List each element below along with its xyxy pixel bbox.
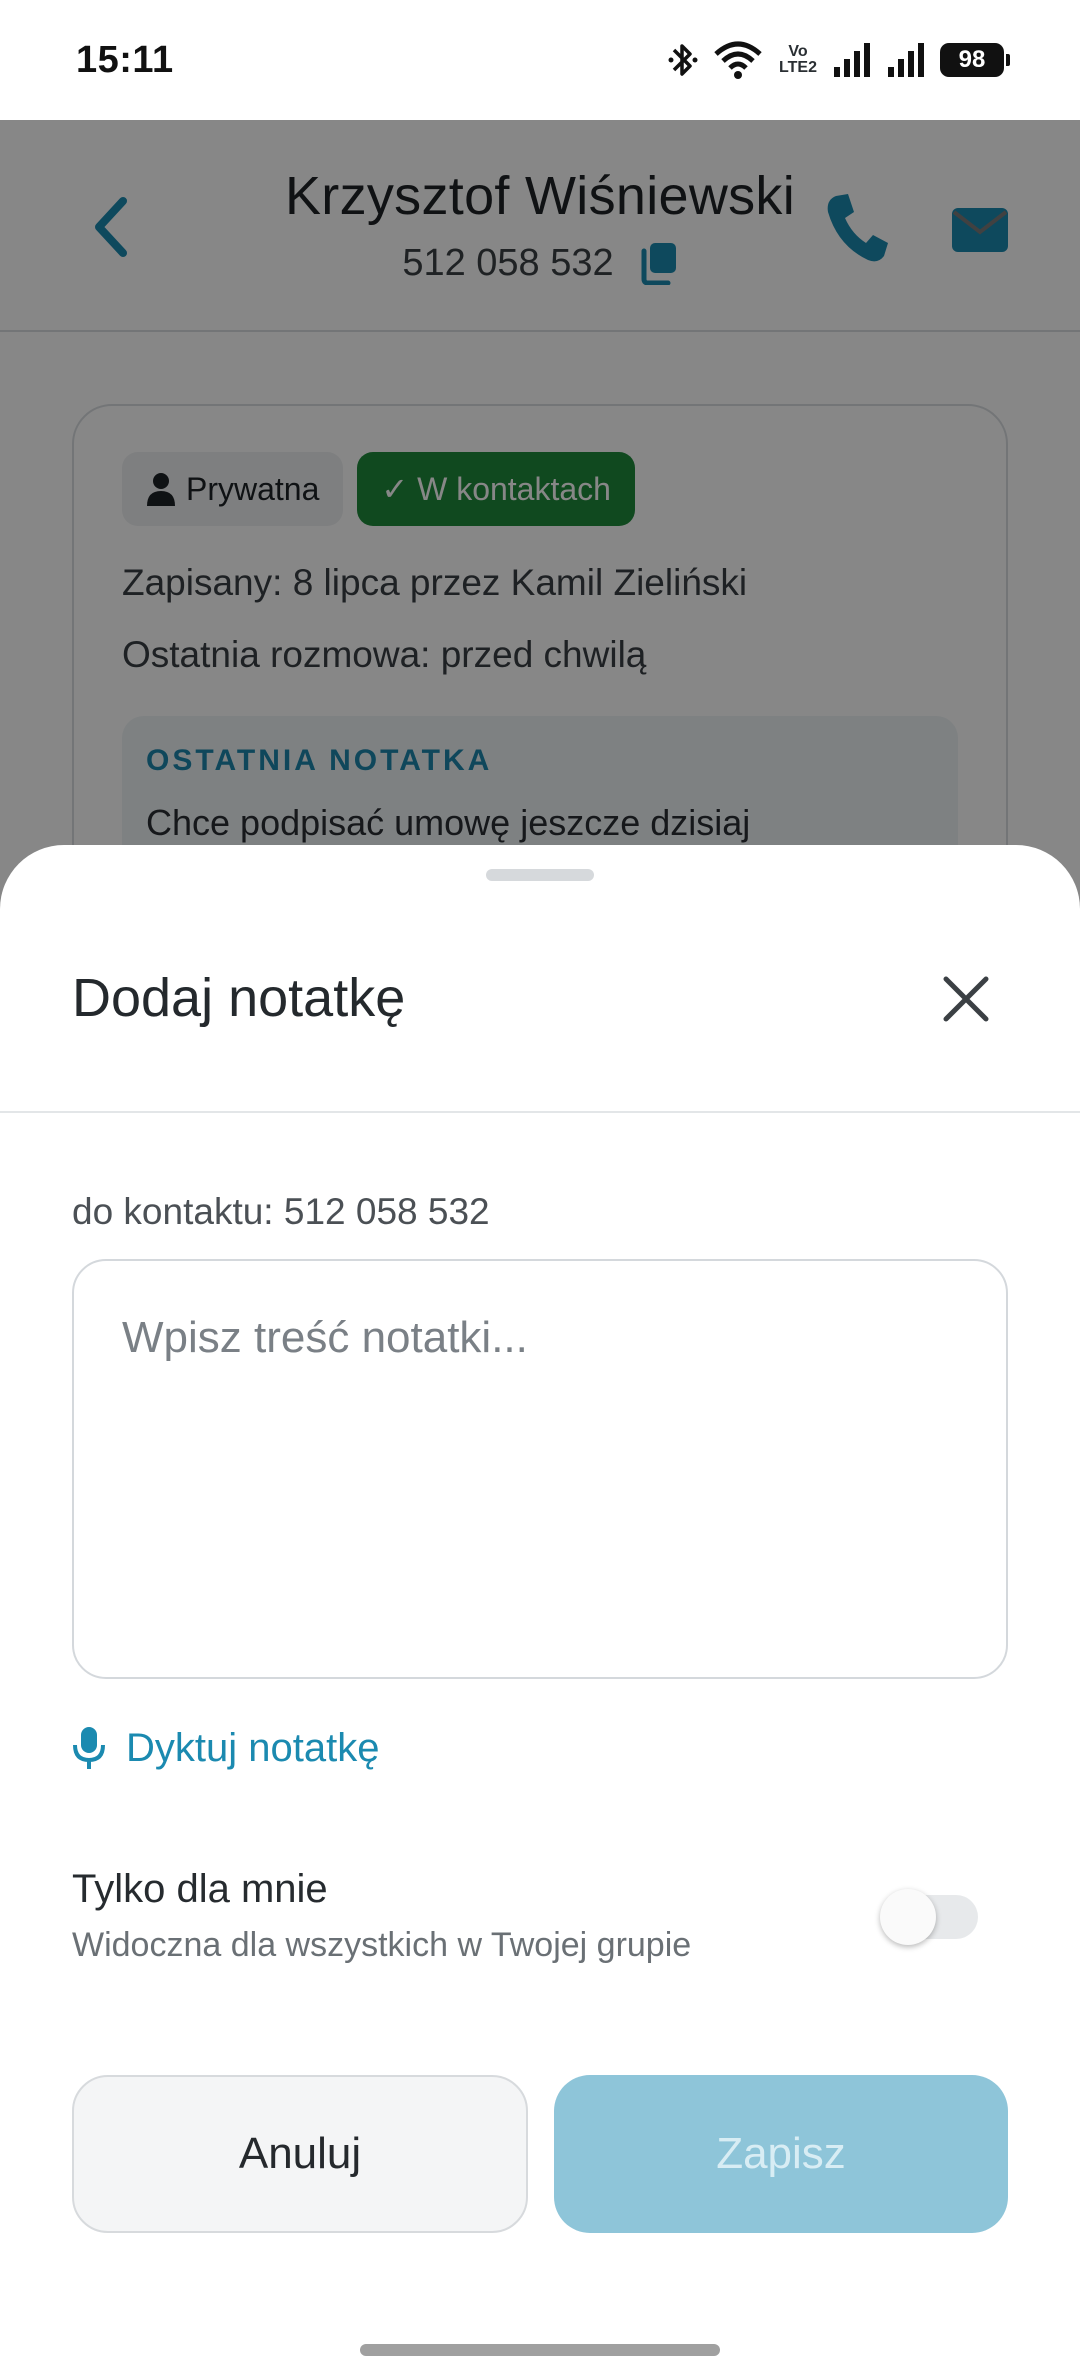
status-time: 15:11 xyxy=(76,38,174,81)
sheet-title: Dodaj notatkę xyxy=(72,968,406,1028)
wifi-icon xyxy=(714,41,762,79)
private-subtitle: Widoczna dla wszystkich w Twojej grupie xyxy=(72,1926,692,1964)
home-indicator[interactable] xyxy=(360,2344,720,2356)
close-icon xyxy=(943,976,989,1022)
toggle-knob xyxy=(880,1889,936,1945)
sheet-header: Dodaj notatkę xyxy=(0,845,1080,1113)
status-icons: Vo LTE2 98 xyxy=(668,40,1010,80)
sheet-actions: Anuluj Zapisz xyxy=(72,2075,1008,2233)
cancel-button[interactable]: Anuluj xyxy=(72,2075,528,2233)
signal-2-icon xyxy=(888,43,924,77)
volte-icon: Vo LTE2 xyxy=(779,43,817,76)
to-contact-label: do kontaktu: 512 058 532 xyxy=(72,1191,490,1232)
add-note-sheet: Dodaj notatkę do kontaktu: 512 058 532 D… xyxy=(0,845,1080,2374)
sheet-body: do kontaktu: 512 058 532 Dyktuj notatkę … xyxy=(0,1191,1080,1977)
private-row: Tylko dla mnie Widoczna dla wszystkich w… xyxy=(72,1867,1008,1977)
note-input[interactable] xyxy=(72,1259,1008,1679)
save-button[interactable]: Zapisz xyxy=(554,2075,1008,2233)
battery-icon: 98 xyxy=(940,43,1010,77)
dictate-label: Dyktuj notatkę xyxy=(126,1725,380,1770)
screen: 15:11 Vo LTE2 98 Krzysztof Wiśniewski 51… xyxy=(0,0,1080,2374)
private-title: Tylko dla mnie xyxy=(72,1867,328,1911)
signal-1-icon xyxy=(834,43,870,77)
status-bar: 15:11 Vo LTE2 98 xyxy=(0,0,1080,120)
dictate-note-button[interactable]: Dyktuj notatkę xyxy=(72,1725,1008,1771)
microphone-icon xyxy=(73,1727,105,1769)
private-toggle[interactable] xyxy=(880,1889,978,1945)
close-button[interactable] xyxy=(936,969,996,1029)
bluetooth-icon xyxy=(668,44,698,76)
